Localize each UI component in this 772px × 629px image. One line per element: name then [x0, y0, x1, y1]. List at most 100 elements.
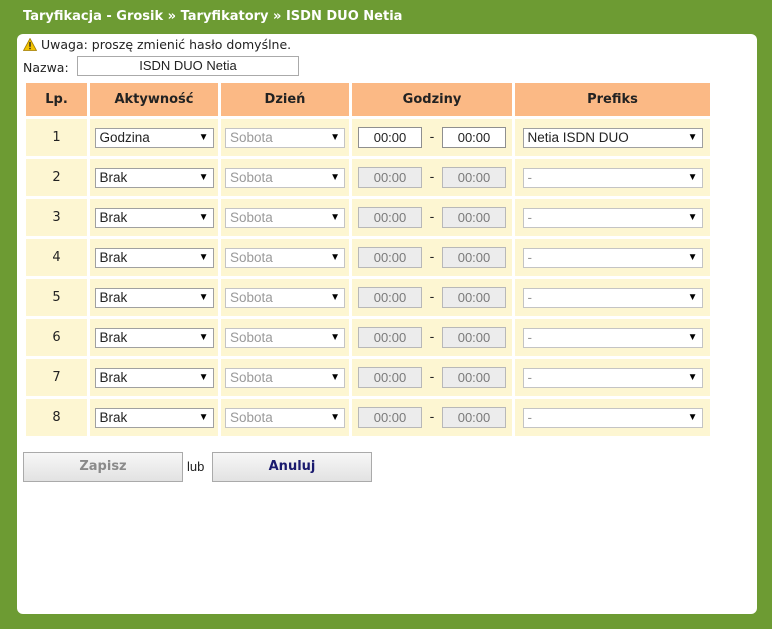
prefix-select[interactable]: - ▼ — [522, 207, 703, 228]
day-select[interactable]: Sobota ▼ — [225, 327, 345, 348]
time-to-input[interactable]: 00:00 — [442, 327, 506, 348]
table-row: 3 Brak ▼ Sobota ▼ 00:00-00:00- ▼ — [26, 199, 710, 236]
row-number: 8 — [26, 399, 87, 436]
column-header-prefix: Prefiks — [515, 83, 710, 116]
chevron-down-icon: ▼ — [198, 411, 209, 423]
prefix-value: - — [527, 249, 533, 265]
name-input[interactable]: ISDN DUO Netia — [77, 56, 299, 76]
tariff-table: Lp. Aktywność Dzień Godziny Prefiks 1 God… — [23, 80, 713, 439]
chevron-down-icon: ▼ — [687, 171, 698, 183]
activity-select[interactable]: Brak ▼ — [94, 367, 214, 388]
time-from-input[interactable]: 00:00 — [358, 327, 422, 348]
prefix-value: - — [527, 369, 533, 385]
time-from-input[interactable]: 00:00 — [358, 127, 422, 148]
time-from-input[interactable]: 00:00 — [358, 207, 422, 228]
row-number: 1 — [26, 119, 87, 156]
warning-text: Uwaga: proszę zmienić hasło domyślne. — [41, 37, 292, 52]
activity-select[interactable]: Brak ▼ — [94, 207, 214, 228]
chevron-down-icon: ▼ — [330, 291, 340, 303]
warning-icon — [23, 38, 37, 51]
chevron-down-icon: ▼ — [198, 291, 209, 303]
prefix-select[interactable]: - ▼ — [522, 167, 703, 188]
activity-select[interactable]: Brak ▼ — [94, 407, 214, 428]
day-select[interactable]: Sobota ▼ — [225, 367, 345, 388]
activity-select[interactable]: Brak ▼ — [94, 247, 214, 268]
time-from-input[interactable]: 00:00 — [358, 367, 422, 388]
activity-value: Brak — [99, 289, 128, 305]
time-to-input[interactable]: 00:00 — [442, 247, 506, 268]
activity-value: Brak — [99, 329, 128, 345]
cancel-button[interactable]: Anuluj — [212, 452, 372, 482]
activity-select[interactable]: Brak ▼ — [94, 327, 214, 348]
row-number: 7 — [26, 359, 87, 396]
time-separator: - — [429, 370, 435, 385]
chevron-down-icon: ▼ — [687, 291, 698, 303]
time-to-input[interactable]: 00:00 — [442, 167, 506, 188]
day-select[interactable]: Sobota ▼ — [225, 407, 345, 428]
table-row: 1 Godzina ▼ Sobota ▼ 00:00-00:00 Netia ISDN DU… — [26, 119, 710, 156]
table-row: 7 Brak ▼ Sobota ▼ 00:00-00:00- ▼ — [26, 359, 710, 396]
prefix-value: Netia ISDN DUO — [527, 129, 629, 145]
time-from-input[interactable]: 00:00 — [358, 247, 422, 268]
prefix-select[interactable]: - ▼ — [522, 367, 703, 388]
prefix-select[interactable]: - ▼ — [522, 247, 703, 268]
table-row: 4 Brak ▼ Sobota ▼ 00:00 - 00:00 - ▼ — [26, 239, 710, 276]
row-number: 4 — [26, 239, 87, 276]
chevron-down-icon: ▼ — [330, 251, 340, 263]
or-label: lub — [187, 459, 205, 474]
activity-select[interactable]: Godzina ▼ — [94, 127, 214, 148]
activity-value: Brak — [99, 249, 128, 265]
column-header-hours: Godziny — [352, 83, 512, 116]
time-to-input[interactable]: 00:00 — [442, 207, 506, 228]
day-select[interactable]: Sobota ▼ — [225, 287, 345, 308]
prefix-select[interactable]: - ▼ — [522, 327, 703, 348]
time-separator: - — [429, 330, 435, 345]
day-select[interactable]: Sobota ▼ — [225, 207, 345, 228]
activity-value: Brak — [99, 369, 128, 385]
time-to-input[interactable]: 00:00 — [442, 407, 506, 428]
prefix-value: - — [527, 289, 533, 305]
activity-select[interactable]: Brak ▼ — [94, 287, 214, 308]
column-header-activity: Aktywność — [90, 83, 218, 116]
password-warning: Uwaga: proszę zmienić hasło domyślne. — [23, 37, 291, 52]
row-number: 3 — [26, 199, 87, 236]
time-separator: - — [429, 210, 435, 225]
time-from-input[interactable]: 00:00 — [358, 407, 422, 428]
time-from-input[interactable]: 00:00 — [358, 287, 422, 308]
chevron-down-icon: ▼ — [687, 131, 698, 143]
main-panel: Uwaga: proszę zmienić hasło domyślne. Na… — [17, 34, 757, 614]
prefix-select[interactable]: - ▼ — [522, 407, 703, 428]
prefix-value: - — [527, 409, 533, 425]
day-select[interactable]: Sobota ▼ — [225, 167, 345, 188]
chevron-down-icon: ▼ — [330, 131, 340, 143]
table-body: 1 Godzina ▼ Sobota ▼ 00:00-00:00 Netia ISDN DU… — [26, 119, 710, 436]
day-select[interactable]: Sobota ▼ — [225, 247, 345, 268]
time-to-input[interactable]: 00:00 — [442, 287, 506, 308]
table-header-row: Lp. Aktywność Dzień Godziny Prefiks — [26, 83, 710, 116]
chevron-down-icon: ▼ — [198, 171, 209, 183]
table-row: 5 Brak ▼ Sobota ▼ 00:00-00:00- ▼ — [26, 279, 710, 316]
day-select[interactable]: Sobota ▼ — [225, 127, 345, 148]
activity-value: Brak — [99, 209, 128, 225]
prefix-select[interactable]: Netia ISDN DUO ▼ — [522, 127, 703, 148]
prefix-value: - — [527, 169, 533, 185]
activity-select[interactable]: Brak ▼ — [94, 167, 214, 188]
day-value: Sobota — [230, 369, 273, 385]
time-to-input[interactable]: 00:00 — [442, 367, 506, 388]
day-value: Sobota — [230, 249, 273, 265]
chevron-down-icon: ▼ — [687, 411, 698, 423]
name-label: Nazwa: — [23, 60, 69, 75]
title-bar: Taryfikacja - Grosik » Taryfikatory » IS… — [0, 0, 772, 34]
chevron-down-icon: ▼ — [330, 411, 340, 423]
activity-value: Brak — [99, 409, 128, 425]
activity-value: Brak — [99, 169, 128, 185]
breadcrumb: Taryfikacja - Grosik » Taryfikatory » IS… — [23, 9, 403, 24]
time-from-input[interactable]: 00:00 — [358, 167, 422, 188]
prefix-select[interactable]: - ▼ — [522, 287, 703, 308]
time-separator: - — [429, 170, 435, 185]
save-button[interactable]: Zapisz — [23, 452, 183, 482]
time-to-input[interactable]: 00:00 — [442, 127, 506, 148]
row-number: 5 — [26, 279, 87, 316]
day-value: Sobota — [230, 129, 273, 145]
chevron-down-icon: ▼ — [330, 211, 340, 223]
